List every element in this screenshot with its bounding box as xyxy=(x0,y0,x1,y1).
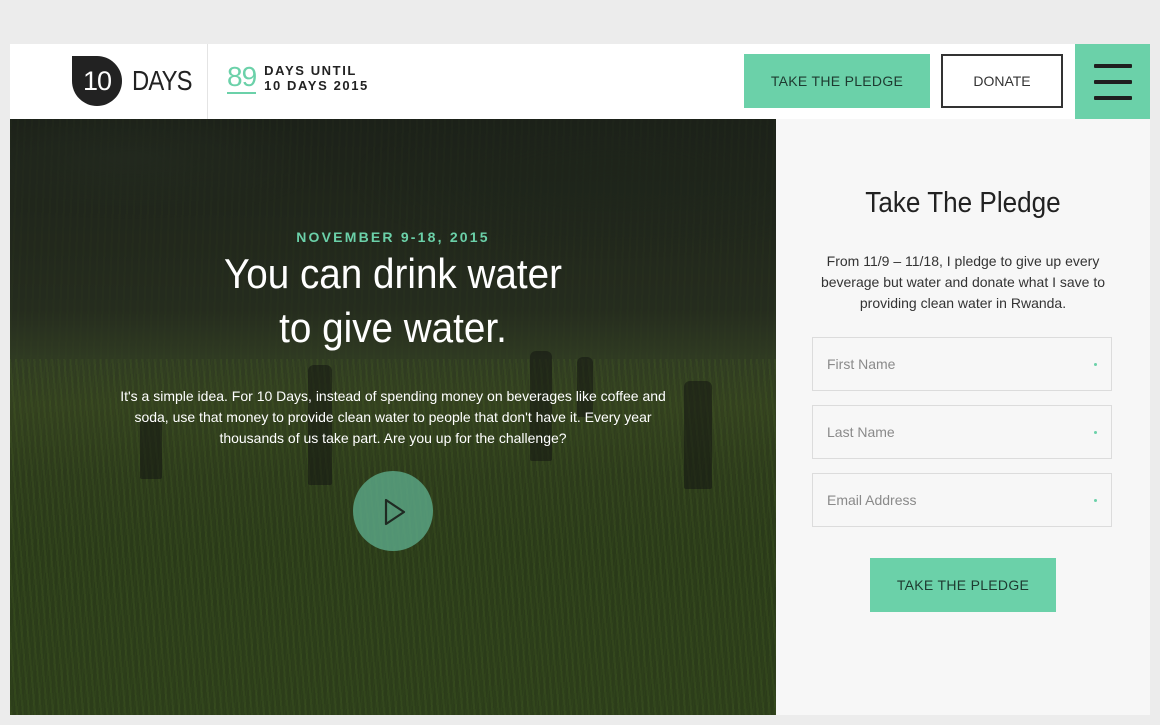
menu-bar xyxy=(1094,80,1132,84)
take-the-pledge-header-button[interactable]: TAKE THE PLEDGE xyxy=(744,54,930,108)
required-indicator xyxy=(1094,431,1097,434)
countdown: 89 DAYS UNTIL 10 DAYS 2015 xyxy=(227,62,369,94)
email-input[interactable] xyxy=(813,474,1111,526)
countdown-line-1: DAYS UNTIL xyxy=(264,63,357,78)
hero-description: It's a simple idea. For 10 Days, instead… xyxy=(120,388,666,446)
first-name-field xyxy=(812,337,1112,391)
required-indicator xyxy=(1094,363,1097,366)
first-name-input[interactable] xyxy=(813,338,1111,390)
menu-bar xyxy=(1094,64,1132,68)
event-date: NOVEMBER 9-18, 2015 xyxy=(296,229,490,245)
browser-viewport: 10 DAYS 89 DAYS UNTIL 10 DAYS 2015 TAKE … xyxy=(10,44,1150,715)
play-icon xyxy=(384,498,406,526)
hero-section: NOVEMBER 9-18, 2015 You can drink water … xyxy=(10,119,776,715)
logo-badge: 10 xyxy=(72,56,122,106)
header-divider xyxy=(207,44,208,119)
hero-headline-line-1: You can drink water xyxy=(224,250,562,297)
hero-figure xyxy=(684,381,712,489)
hamburger-menu-icon[interactable] xyxy=(1075,44,1150,119)
play-video-button[interactable] xyxy=(353,471,433,551)
site-header: 10 DAYS 89 DAYS UNTIL 10 DAYS 2015 TAKE … xyxy=(10,44,1150,119)
take-the-pledge-submit-button[interactable]: TAKE THE PLEDGE xyxy=(870,558,1056,612)
menu-bar xyxy=(1094,96,1132,100)
pledge-description: From 11/9 – 11/18, I pledge to give up e… xyxy=(820,253,1106,311)
logo-word: DAYS xyxy=(132,65,192,96)
countdown-line-2: 10 DAYS 2015 xyxy=(264,78,369,93)
donate-button[interactable]: DONATE xyxy=(941,54,1063,108)
required-indicator xyxy=(1094,499,1097,502)
hero-headline-line-2: to give water. xyxy=(279,304,507,351)
hero-headline: You can drink water to give water. xyxy=(41,247,746,355)
logo-number: 10 xyxy=(82,65,112,96)
pledge-title: Take The Pledge xyxy=(865,187,1061,219)
site-logo[interactable]: 10 DAYS xyxy=(72,56,202,106)
email-field xyxy=(812,473,1112,527)
countdown-label: DAYS UNTIL 10 DAYS 2015 xyxy=(264,63,369,93)
last-name-field xyxy=(812,405,1112,459)
countdown-number: 89 xyxy=(227,61,257,94)
pledge-panel: Take The Pledge From 11/9 – 11/18, I ple… xyxy=(776,119,1150,715)
last-name-input[interactable] xyxy=(813,406,1111,458)
